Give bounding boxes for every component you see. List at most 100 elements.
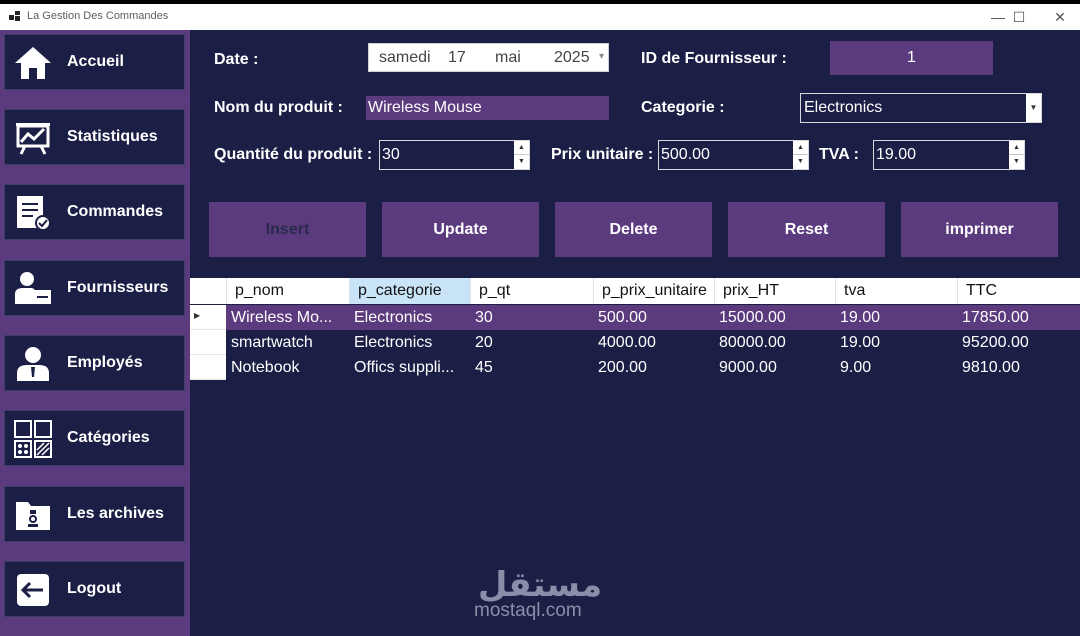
sidebar-item-categories[interactable]: Catégories: [4, 410, 185, 466]
sidebar-item-label: Employés: [67, 354, 143, 371]
table-cell[interactable]: Offics suppli...: [349, 355, 470, 380]
row-pointer-icon: ▶: [194, 311, 201, 320]
column-header-ttc[interactable]: TTC: [957, 278, 1080, 304]
sidebar-item-employes[interactable]: Employés: [4, 335, 185, 391]
close-button[interactable]: ✕: [1040, 5, 1080, 29]
table-cell[interactable]: Wireless Mo...: [226, 305, 349, 330]
table-cell[interactable]: 95200.00: [957, 330, 1080, 355]
window-titlebar: La Gestion Des Commandes — ☐ ✕: [0, 4, 1080, 30]
date-label: Date :: [214, 51, 259, 68]
archive-folder-icon: [16, 502, 50, 530]
unit-price-label: Prix unitaire :: [551, 146, 654, 163]
product-name-input[interactable]: Wireless Mouse: [366, 96, 609, 120]
column-header-p-nom[interactable]: p_nom: [226, 278, 349, 304]
tva-stepper[interactable]: 19.00 ▲ ▼: [873, 140, 1025, 170]
table-cell[interactable]: 30: [470, 305, 593, 330]
supplier-id-field[interactable]: 1: [830, 41, 993, 75]
sidebar: Accueil Statistiques Commandes Fournisse…: [0, 30, 190, 636]
insert-button[interactable]: Insert: [209, 202, 366, 257]
categories-grid-icon: [14, 420, 52, 458]
unit-price-value: 500.00: [661, 146, 710, 163]
tva-label: TVA :: [819, 146, 859, 163]
spin-down-icon[interactable]: ▼: [1009, 155, 1024, 169]
category-select[interactable]: Electronics ▼: [800, 93, 1042, 123]
sidebar-item-commandes[interactable]: Commandes: [4, 184, 185, 240]
chevron-down-icon[interactable]: ▾: [599, 51, 604, 62]
table-cell[interactable]: 20: [470, 330, 593, 355]
table-cell[interactable]: smartwatch: [226, 330, 349, 355]
table-cell[interactable]: 200.00: [593, 355, 714, 380]
spin-down-icon[interactable]: ▼: [514, 155, 529, 169]
column-header-prix-ht[interactable]: prix_HT: [714, 278, 835, 304]
tva-value: 19.00: [876, 146, 917, 163]
spin-up-icon[interactable]: ▲: [514, 141, 529, 155]
table-cell[interactable]: 15000.00: [714, 305, 835, 330]
category-value: Electronics: [804, 99, 883, 116]
table-corner: [190, 278, 226, 304]
table-cell[interactable]: Notebook: [226, 355, 349, 380]
table-row[interactable]: Notebook Offics suppli... 45 200.00 9000…: [226, 355, 1080, 380]
sidebar-item-label: Logout: [67, 580, 122, 597]
table-cell[interactable]: 19.00: [835, 330, 957, 355]
row-selector[interactable]: [190, 330, 226, 355]
watermark-logo: مستقل: [478, 565, 602, 604]
sidebar-item-label: Statistiques: [67, 128, 158, 145]
logout-icon: [17, 574, 49, 606]
category-label: Categorie :: [641, 99, 725, 116]
table-cell[interactable]: 19.00: [835, 305, 957, 330]
update-button[interactable]: Update: [382, 202, 539, 257]
spin-down-icon[interactable]: ▼: [793, 155, 808, 169]
sidebar-item-archives[interactable]: Les archives: [4, 486, 185, 542]
orders-table: p_nom p_categorie p_qt p_prix_unitaire p…: [190, 278, 1080, 408]
delete-button[interactable]: Delete: [555, 202, 712, 257]
date-year: 2025: [554, 49, 590, 66]
table-row[interactable]: smartwatch Electronics 20 4000.00 80000.…: [226, 330, 1080, 355]
main-panel: Date : samedi 17 mai 2025 ▾ ID de Fourni…: [190, 30, 1080, 636]
dropdown-arrow-icon[interactable]: ▼: [1026, 94, 1041, 122]
sidebar-item-statistiques[interactable]: Statistiques: [4, 109, 185, 165]
column-header-p-prix-unitaire[interactable]: p_prix_unitaire: [593, 278, 714, 304]
reset-button[interactable]: Reset: [728, 202, 885, 257]
app-icon: [9, 11, 20, 21]
sidebar-item-accueil[interactable]: Accueil: [4, 34, 185, 90]
watermark-arabic: مستقل: [478, 565, 602, 604]
maximize-button[interactable]: ☐: [999, 5, 1039, 29]
table-cell[interactable]: 500.00: [593, 305, 714, 330]
supplier-icon: [15, 272, 51, 304]
table-cell[interactable]: 45: [470, 355, 593, 380]
sidebar-item-label: Catégories: [67, 429, 150, 446]
column-header-tva[interactable]: tva: [835, 278, 957, 304]
column-header-p-categorie[interactable]: p_categorie: [349, 278, 470, 304]
quantity-stepper[interactable]: 30 ▲ ▼: [379, 140, 530, 170]
table-header: p_nom p_categorie p_qt p_prix_unitaire p…: [190, 278, 1080, 304]
quantity-value: 30: [382, 146, 400, 163]
unit-price-stepper[interactable]: 500.00 ▲ ▼: [658, 140, 809, 170]
table-row[interactable]: Wireless Mo... Electronics 30 500.00 150…: [226, 305, 1080, 330]
sidebar-item-label: Commandes: [67, 203, 164, 220]
date-picker[interactable]: samedi 17 mai 2025 ▾: [368, 43, 609, 72]
sidebar-item-logout[interactable]: Logout: [4, 561, 185, 617]
row-selector-current[interactable]: ▶: [190, 305, 226, 330]
table-cell[interactable]: Electronics: [349, 330, 470, 355]
table-cell[interactable]: 9810.00: [957, 355, 1080, 380]
quantity-label: Quantité du produit :: [214, 146, 373, 163]
product-name-label: Nom du produit :: [214, 99, 343, 116]
table-cell[interactable]: 9.00: [835, 355, 957, 380]
sidebar-item-label: Fournisseurs: [67, 279, 169, 296]
row-selector[interactable]: [190, 355, 226, 380]
employee-icon: [17, 347, 49, 381]
sidebar-item-fournisseurs[interactable]: Fournisseurs: [4, 260, 185, 316]
date-day: 17: [448, 49, 466, 66]
column-header-p-qt[interactable]: p_qt: [470, 278, 593, 304]
spin-up-icon[interactable]: ▲: [1009, 141, 1024, 155]
spin-up-icon[interactable]: ▲: [793, 141, 808, 155]
table-cell[interactable]: 9000.00: [714, 355, 835, 380]
date-weekday: samedi: [379, 49, 431, 66]
table-cell[interactable]: Electronics: [349, 305, 470, 330]
table-cell[interactable]: 4000.00: [593, 330, 714, 355]
table-cell[interactable]: 80000.00: [714, 330, 835, 355]
print-button[interactable]: imprimer: [901, 202, 1058, 257]
sidebar-item-label: Accueil: [67, 53, 124, 70]
table-cell[interactable]: 17850.00: [957, 305, 1080, 330]
presentation-chart-icon: [16, 123, 50, 155]
